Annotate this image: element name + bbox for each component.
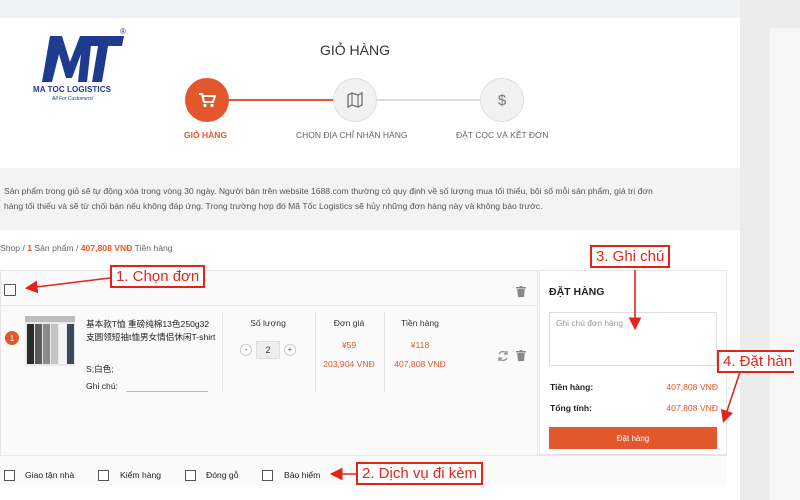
step-connector-1 [229, 99, 335, 101]
crumb-separator: / [73, 243, 81, 253]
qty-increase-button[interactable]: + [284, 344, 296, 356]
order-panel-title: ĐẶT HÀNG [549, 286, 605, 298]
qty-header: Số lượng [250, 318, 286, 328]
page-title: GIỎ HÀNG [320, 42, 391, 58]
dollar-icon: $ [497, 91, 507, 109]
step-label-cart: GIỎ HÀNG [184, 130, 227, 140]
crumb-products: Sản phẩm [32, 243, 74, 253]
delete-shop-trash-icon[interactable] [516, 286, 526, 297]
annotation-select-order: 1. Chọn đơn [110, 265, 206, 288]
order-note-textarea[interactable]: Ghi chú đơn hàng [549, 312, 717, 366]
unit-price-cny: ¥59 [341, 340, 357, 350]
service-inspection-label: Kiểm hàng [120, 470, 162, 480]
grand-total-value: 407,808 VNĐ [666, 403, 718, 413]
column-divider [222, 312, 223, 392]
crumb-amount: 407,808 VNĐ [80, 243, 133, 253]
subtotal-cny: ¥118 [410, 340, 430, 350]
cart-items-panel [0, 270, 538, 484]
item-note-label: Ghi chú: [86, 381, 119, 391]
service-home-delivery-label: Giao tận nhà [25, 470, 75, 480]
item-index-badge: 1 [5, 331, 19, 345]
brand-tagline: All For Customers! [52, 96, 94, 102]
goods-total-label: Tiền hàng: [550, 382, 594, 392]
select-all-checkbox[interactable] [4, 284, 16, 296]
product-image [25, 316, 75, 366]
service-home-delivery-checkbox[interactable] [4, 470, 15, 481]
item-note-input[interactable] [126, 391, 208, 392]
cart-icon [199, 93, 216, 108]
list-divider [0, 305, 538, 306]
qty-input[interactable]: 2 [256, 341, 280, 359]
product-name[interactable]: 基本款T恤 重磅纯棉13色250g32支圆领短袖t恤男女情侣休闲T-shirt [86, 318, 216, 343]
map-icon [347, 92, 363, 108]
annotation-services: 2. Dịch vụ đi kèm [356, 462, 484, 485]
product-thumbnail[interactable] [25, 316, 75, 366]
unit-price-header: Đơn giá [333, 318, 365, 328]
grand-total-label: Tổng tính: [550, 403, 592, 413]
service-wood-packing-label: Đóng gỗ [206, 470, 239, 480]
column-divider [315, 312, 316, 392]
service-insurance-label: Bảo hiểm [284, 470, 321, 480]
step-connector-2 [377, 99, 482, 101]
annotation-note: 3. Ghi chú [590, 245, 671, 268]
crumb-shop: Shop [0, 243, 21, 253]
subtotal-vnd: 407,808 VNĐ [394, 359, 446, 369]
place-order-button[interactable]: Đặt hàng [549, 427, 717, 449]
goods-total-value: 407,808 VNĐ [666, 382, 718, 392]
step-label-address: CHỌN ĐỊA CHỈ NHẬN HÀNG [296, 130, 408, 140]
brand-name: MA TOC LOGISTICS [33, 85, 112, 94]
notice-line-1: Sản phẩm trong giỏ sẽ tự động xóa trong … [4, 186, 653, 196]
service-inspection-checkbox[interactable] [98, 470, 109, 481]
cart-summary-breadcrumb: Shop / 1 Sản phẩm / 407,808 VNĐ Tiền hàn… [0, 243, 173, 253]
page-side-panel [770, 28, 800, 500]
notice-line-2: hàng tối thiểu và sẽ từ chối bán nếu khô… [4, 201, 543, 211]
annotation-place-order: 4. Đặt hàn [717, 350, 795, 373]
cart-notice: Sản phẩm trong giỏ sẽ tự động xóa trong … [0, 168, 740, 230]
service-wood-packing-checkbox[interactable] [185, 470, 196, 481]
delete-item-trash-icon[interactable] [516, 350, 526, 361]
registered-mark: ® [120, 27, 126, 36]
product-attributes: S;白色; [86, 364, 114, 374]
step-label-deposit: ĐẶT CỌC VÀ KẾT ĐƠN [456, 130, 549, 140]
column-divider [384, 312, 385, 392]
unit-price-vnd: 203,904 VNĐ [323, 359, 375, 369]
step-deposit[interactable]: $ [480, 78, 524, 122]
step-address[interactable] [333, 78, 377, 122]
refresh-icon[interactable] [497, 350, 509, 362]
step-cart[interactable] [185, 78, 229, 122]
service-insurance-checkbox[interactable] [262, 470, 273, 481]
crumb-amount-label: Tiền hàng [132, 243, 173, 253]
qty-decrease-button[interactable]: - [240, 344, 252, 356]
subtotal-header: Tiền hàng [401, 318, 439, 328]
